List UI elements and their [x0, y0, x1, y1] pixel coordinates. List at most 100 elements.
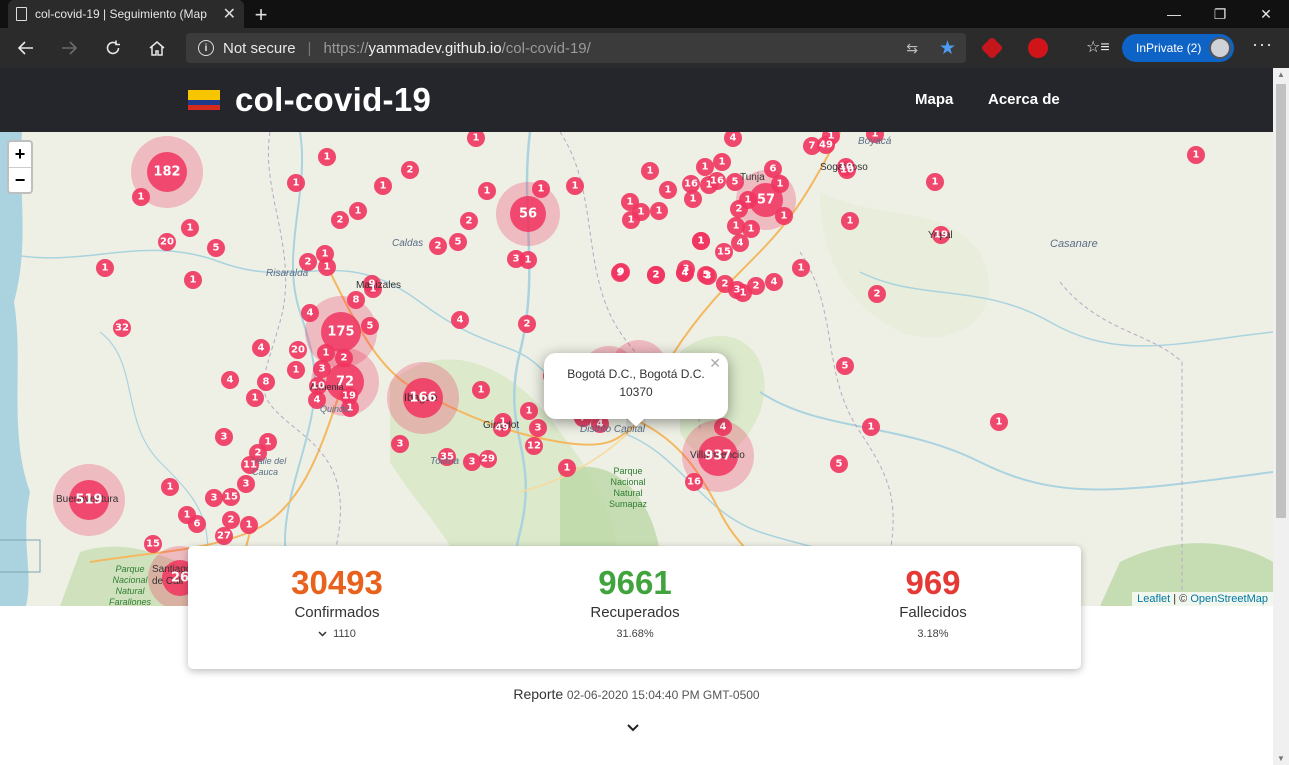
- security-label[interactable]: Not secure: [223, 40, 296, 57]
- case-marker[interactable]: [990, 413, 1008, 431]
- case-marker[interactable]: [715, 243, 733, 261]
- case-marker[interactable]: [451, 311, 469, 329]
- case-marker[interactable]: [246, 389, 264, 407]
- case-marker[interactable]: [391, 435, 409, 453]
- case-marker[interactable]: [713, 153, 731, 171]
- case-marker[interactable]: [684, 190, 702, 208]
- case-marker[interactable]: [529, 419, 547, 437]
- case-marker[interactable]: [727, 217, 745, 235]
- map[interactable]: Boyacá Sogamoso Casanare Yopal Caldas Ri…: [0, 132, 1273, 606]
- case-marker[interactable]: [697, 266, 715, 284]
- case-marker[interactable]: [739, 191, 757, 209]
- refresh-button[interactable]: [99, 34, 127, 62]
- case-marker[interactable]: [374, 177, 392, 195]
- case-marker[interactable]: [792, 259, 810, 277]
- case-marker[interactable]: [335, 349, 353, 367]
- case-marker[interactable]: [622, 211, 640, 229]
- leaflet-link[interactable]: Leaflet: [1137, 593, 1170, 605]
- more-menu-icon[interactable]: ···: [1252, 34, 1273, 55]
- case-marker[interactable]: [478, 182, 496, 200]
- case-marker[interactable]: [215, 428, 233, 446]
- case-marker[interactable]: [401, 161, 419, 179]
- case-marker[interactable]: [676, 264, 694, 282]
- page-scrollbar[interactable]: ▲ ▼: [1273, 68, 1289, 765]
- case-marker[interactable]: [181, 219, 199, 237]
- cluster-marker[interactable]: [147, 152, 187, 192]
- case-marker[interactable]: [765, 273, 783, 291]
- site-brand[interactable]: col-covid-19: [235, 81, 431, 119]
- case-marker[interactable]: [289, 341, 307, 359]
- case-marker[interactable]: [558, 459, 576, 477]
- case-marker[interactable]: [318, 148, 336, 166]
- new-tab-button[interactable]: +: [250, 2, 272, 28]
- case-marker[interactable]: [222, 488, 240, 506]
- case-marker[interactable]: [532, 180, 550, 198]
- case-marker[interactable]: [161, 478, 179, 496]
- case-marker[interactable]: [184, 271, 202, 289]
- case-marker[interactable]: [641, 162, 659, 180]
- case-marker[interactable]: [331, 211, 349, 229]
- favorites-icon[interactable]: ☆≡: [1086, 37, 1110, 57]
- case-marker[interactable]: [862, 418, 880, 436]
- case-marker[interactable]: [257, 373, 275, 391]
- scroll-up-arrow-icon[interactable]: ▲: [1273, 70, 1289, 79]
- case-marker[interactable]: [347, 291, 365, 309]
- case-marker[interactable]: [287, 361, 305, 379]
- case-marker[interactable]: [144, 535, 162, 553]
- case-marker[interactable]: [926, 173, 944, 191]
- case-marker[interactable]: [731, 234, 749, 252]
- case-marker[interactable]: [611, 264, 629, 282]
- case-marker[interactable]: [449, 233, 467, 251]
- address-bar[interactable]: i Not secure | https://yammadev.github.i…: [186, 33, 966, 63]
- case-marker[interactable]: [685, 473, 703, 491]
- read-aloud-icon[interactable]: ⇆: [906, 40, 918, 57]
- browser-tab[interactable]: col-covid-19 | Seguimiento (Map ✕: [8, 0, 244, 28]
- case-marker[interactable]: [696, 158, 714, 176]
- case-marker[interactable]: [188, 515, 206, 533]
- case-marker[interactable]: [205, 489, 223, 507]
- case-marker[interactable]: [215, 527, 233, 545]
- scroll-down-chevron-icon[interactable]: [626, 721, 640, 735]
- case-marker[interactable]: [460, 212, 478, 230]
- case-marker[interactable]: [113, 319, 131, 337]
- case-marker[interactable]: [519, 251, 537, 269]
- nav-mapa[interactable]: Mapa: [915, 91, 953, 108]
- case-marker[interactable]: [841, 212, 859, 230]
- case-marker[interactable]: [714, 418, 732, 436]
- restore-button[interactable]: ❐: [1197, 0, 1243, 28]
- case-marker[interactable]: [868, 285, 886, 303]
- case-marker[interactable]: [566, 177, 584, 195]
- case-marker[interactable]: [222, 511, 240, 529]
- nav-acerca-de[interactable]: Acerca de: [988, 91, 1060, 108]
- cluster-marker[interactable]: [510, 196, 546, 232]
- case-marker[interactable]: [287, 174, 305, 192]
- case-marker[interactable]: [836, 357, 854, 375]
- scroll-down-arrow-icon[interactable]: ▼: [1273, 754, 1289, 763]
- favorite-star-icon[interactable]: ★: [939, 37, 956, 60]
- case-marker[interactable]: [301, 304, 319, 322]
- case-marker[interactable]: [518, 315, 536, 333]
- case-marker[interactable]: [240, 516, 258, 534]
- inprivate-button[interactable]: InPrivate (2): [1122, 34, 1234, 62]
- case-marker[interactable]: [349, 202, 367, 220]
- case-marker[interactable]: [650, 202, 668, 220]
- zoom-in-button[interactable]: +: [9, 142, 31, 167]
- case-marker[interactable]: [659, 181, 677, 199]
- case-marker[interactable]: [96, 259, 114, 277]
- case-marker[interactable]: [747, 277, 765, 295]
- zoom-out-button[interactable]: −: [9, 167, 31, 192]
- forward-button[interactable]: [55, 34, 83, 62]
- case-marker[interactable]: [158, 233, 176, 251]
- case-marker[interactable]: [830, 455, 848, 473]
- case-marker[interactable]: [429, 237, 447, 255]
- tab-close-icon[interactable]: ✕: [223, 4, 236, 24]
- case-marker[interactable]: [252, 339, 270, 357]
- scrollbar-thumb[interactable]: [1276, 84, 1286, 518]
- case-marker[interactable]: [207, 239, 225, 257]
- extension-hand-icon[interactable]: [1028, 38, 1048, 58]
- osm-link[interactable]: OpenStreetMap: [1190, 593, 1268, 605]
- back-button[interactable]: [12, 34, 40, 62]
- case-marker[interactable]: [775, 207, 793, 225]
- case-marker[interactable]: [525, 437, 543, 455]
- case-marker[interactable]: [317, 344, 335, 362]
